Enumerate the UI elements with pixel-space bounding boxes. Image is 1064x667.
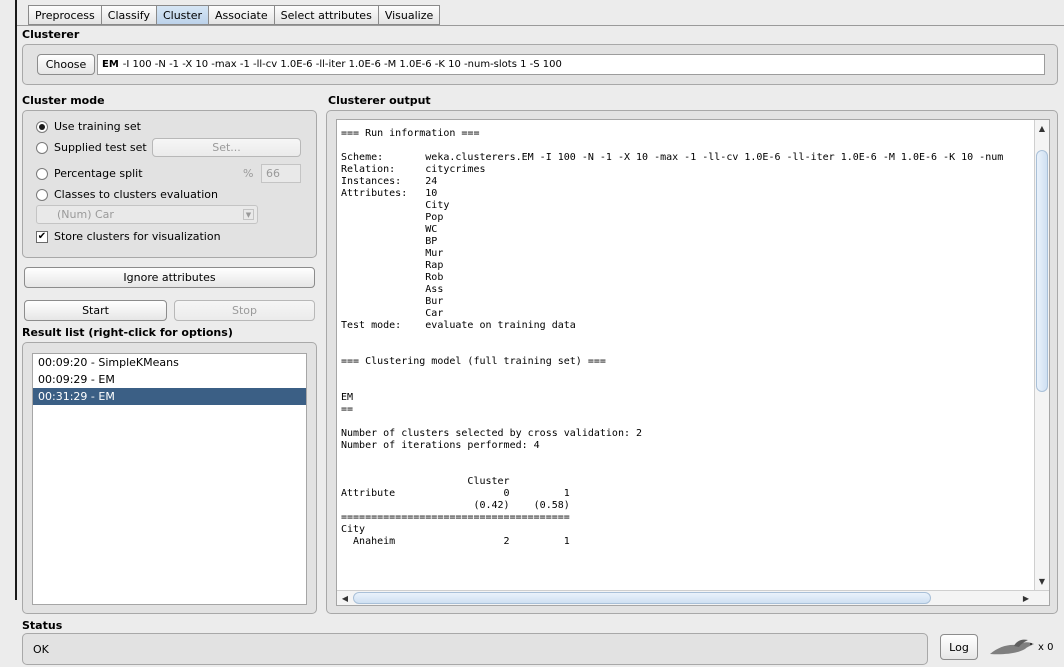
- set-test-set-button[interactable]: Set...: [152, 138, 301, 157]
- log-button[interactable]: Log: [940, 634, 978, 660]
- weka-bird-icon[interactable]: [986, 638, 1044, 660]
- scroll-right-icon[interactable]: ▶: [1020, 592, 1032, 604]
- store-clusters-label: Store clusters for visualization: [54, 230, 221, 243]
- use-training-set-label: Use training set: [54, 120, 141, 133]
- classes-to-clusters-option[interactable]: Classes to clusters evaluation: [36, 186, 218, 203]
- supplied-test-set-label: Supplied test set: [54, 141, 147, 154]
- percentage-split-label: Percentage split: [54, 167, 143, 180]
- window-frame-edge: [15, 0, 17, 600]
- tab-visualize[interactable]: Visualize: [377, 5, 441, 25]
- ignore-attributes-button[interactable]: Ignore attributes: [24, 267, 315, 288]
- radio-selected-icon[interactable]: [36, 120, 48, 133]
- start-button[interactable]: Start: [24, 300, 167, 321]
- task-count: x 0: [1038, 642, 1054, 653]
- store-clusters-option[interactable]: ✔ Store clusters for visualization: [36, 228, 221, 245]
- supplied-test-set-option[interactable]: Supplied test set: [36, 139, 147, 156]
- result-list[interactable]: 00:09:20 - SimpleKMeans 00:09:29 - EM 00…: [32, 353, 307, 605]
- status-text: OK: [33, 642, 49, 656]
- vertical-scrollbar[interactable]: ▲ ▼: [1034, 120, 1049, 591]
- tab-classify[interactable]: Classify: [100, 5, 156, 25]
- status-panel: OK: [22, 633, 928, 665]
- scroll-down-icon[interactable]: ▼: [1035, 575, 1049, 587]
- radio-unselected-icon[interactable]: [36, 167, 48, 180]
- radio-unselected-icon[interactable]: [36, 141, 48, 154]
- use-training-set-option[interactable]: Use training set: [36, 118, 141, 135]
- result-item-selected[interactable]: 00:31:29 - EM: [33, 388, 306, 405]
- output-text-area[interactable]: === Run information === Scheme: weka.clu…: [341, 128, 1033, 590]
- scroll-left-icon[interactable]: ◀: [339, 592, 351, 604]
- tab-cluster[interactable]: Cluster: [155, 5, 208, 25]
- horizontal-scrollbar[interactable]: ◀ ▶: [337, 590, 1049, 605]
- class-attribute-value: (Num) Car: [57, 208, 114, 221]
- radio-unselected-icon[interactable]: [36, 188, 48, 201]
- checkbox-checked-icon[interactable]: ✔: [36, 230, 48, 243]
- percentage-split-option[interactable]: Percentage split: [36, 165, 143, 182]
- output-text: === Run information === Scheme: weka.clu…: [341, 128, 1004, 547]
- cluster-mode-title: Cluster mode: [22, 94, 105, 107]
- vertical-scroll-thumb[interactable]: [1036, 150, 1048, 392]
- percent-symbol: %: [243, 167, 254, 180]
- scroll-up-icon[interactable]: ▲: [1035, 122, 1049, 134]
- tab-preprocess[interactable]: Preprocess: [28, 5, 101, 25]
- result-list-title: Result list (right-click for options): [22, 326, 233, 339]
- tab-divider: [17, 25, 1064, 26]
- classes-to-clusters-label: Classes to clusters evaluation: [54, 188, 218, 201]
- horizontal-scroll-thumb[interactable]: [353, 592, 931, 604]
- clusterer-options: -I 100 -N -1 -X 10 -max -1 -ll-cv 1.0E-6…: [122, 59, 562, 70]
- percentage-split-input[interactable]: 66: [261, 164, 301, 183]
- clusterer-command-field[interactable]: EM -I 100 -N -1 -X 10 -max -1 -ll-cv 1.0…: [97, 54, 1045, 75]
- tab-associate[interactable]: Associate: [208, 5, 274, 25]
- clusterer-algorithm-name: EM: [102, 59, 119, 70]
- status-title: Status: [22, 619, 63, 632]
- stop-button[interactable]: Stop: [174, 300, 315, 321]
- tab-bar: Preprocess Classify Cluster Associate Se…: [28, 5, 441, 25]
- clusterer-title: Clusterer: [22, 28, 80, 41]
- chevron-down-icon[interactable]: ▼: [243, 209, 254, 220]
- class-attribute-select[interactable]: (Num) Car ▼: [36, 205, 258, 224]
- choose-button[interactable]: Choose: [37, 54, 95, 75]
- result-item[interactable]: 00:09:20 - SimpleKMeans: [33, 354, 306, 371]
- output-scroll-area[interactable]: === Run information === Scheme: weka.clu…: [336, 119, 1050, 606]
- clusterer-output-title: Clusterer output: [328, 94, 431, 107]
- result-item[interactable]: 00:09:29 - EM: [33, 371, 306, 388]
- tab-select-attributes[interactable]: Select attributes: [273, 5, 378, 25]
